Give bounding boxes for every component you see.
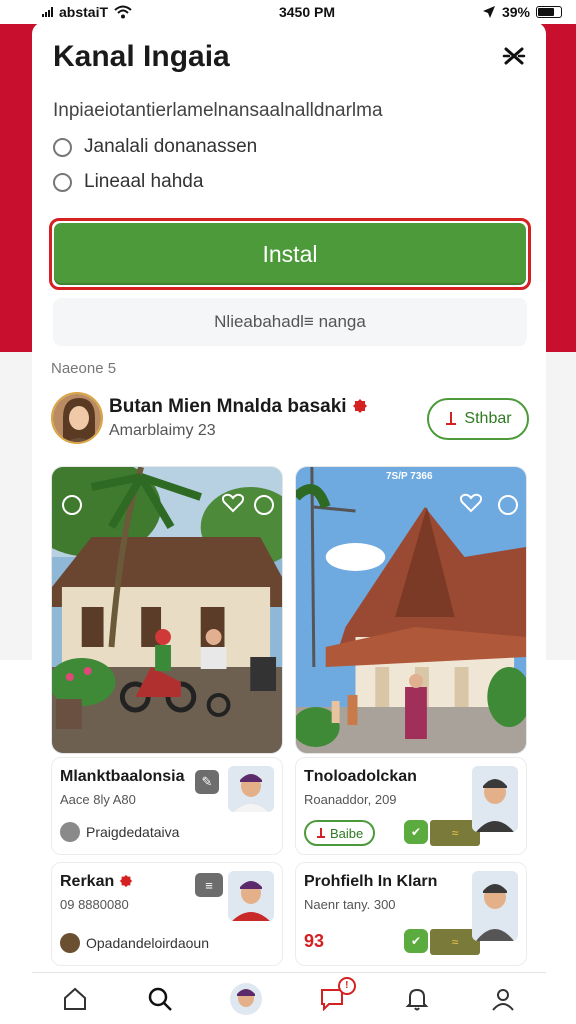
avatar [230,982,263,1015]
battery-percent: 39% [501,4,530,20]
bell-icon [406,988,429,1010]
profile-row[interactable]: Butan Mien Mnalda basaki Amarblaimy 23 S… [51,392,529,446]
permission-text: Inpiaeiotantierlamelnansaalnalldnarlma [53,100,383,121]
card-title: Prohfielh In Klarn [304,873,438,890]
radio-button[interactable] [53,137,72,157]
tab-search[interactable] [140,979,180,1019]
install-button[interactable]: Instal [54,223,526,285]
sheet-title: Kanal Ingaia [53,40,230,73]
avatar[interactable] [472,871,518,941]
carrier-label: abstaiT [59,4,109,20]
avatar[interactable] [228,766,274,812]
option-label: Janalali donanassen [84,136,258,157]
user-icon [492,988,514,1011]
info-card[interactable]: Rerkan 09 8880080 Opadandeloirdaoun ≡ [51,862,283,966]
photo-street-scene [52,467,282,753]
follow-button[interactable]: Sthbar [427,398,529,440]
location-arrow-icon [482,6,495,18]
verified-badge-icon [352,399,367,413]
heart-icon[interactable] [460,493,482,513]
radio-button[interactable] [53,172,72,192]
timer-icon[interactable] [254,495,274,515]
tab-home[interactable] [55,979,95,1019]
verified-badge-icon [119,874,132,888]
secondary-action[interactable]: Nlieabahadl≡ nanga [53,298,527,346]
user-icon [60,822,80,842]
option-row-2[interactable]: Lineaal hahda [53,171,203,193]
bottom-tab-bar: ! [32,972,546,1024]
info-card[interactable]: Tnoloadolckan Roanaddor, 209 Baibe ✔ ≈ [295,757,527,855]
avatar[interactable] [472,766,518,832]
notification-badge: ! [337,976,356,995]
tab-profile-avatar[interactable] [226,979,266,1019]
edit-icon[interactable]: ✎ [195,770,219,794]
card-subtitle: Aace 8ly A80 [60,792,136,807]
user-icon [60,933,80,953]
avatar[interactable] [228,871,274,921]
card-footer: Praigdedataiva [60,822,179,842]
info-card[interactable]: Mlanktbaalonsia Aace 8ly A80 Praigdedata… [51,757,283,855]
install-highlight: Instal [49,218,531,290]
status-time: 3450 PM [278,4,336,20]
close-button[interactable] [500,44,528,72]
avatar[interactable] [51,392,103,444]
card-subtitle: Naenr tany. 300 [304,897,396,912]
card-subtitle: Roanaddor, 209 [304,792,397,807]
install-sheet: Kanal Ingaia Inpiaeiotantierlamelnansaal… [32,22,546,1024]
check-icon[interactable]: ✔ [404,929,428,953]
card-footer: Opadandeloirdaoun [60,933,209,953]
close-icon [502,47,526,65]
photo-card[interactable] [51,466,283,754]
photo-card[interactable]: 7S/P 7366 [295,466,527,754]
photo-temple-scene [296,467,526,753]
search-icon [149,987,173,1011]
expand-icon[interactable] [62,495,82,515]
section-label: Naeone 5 [51,360,117,377]
wifi-icon [114,5,132,19]
card-title: Rerkan [60,873,133,891]
option-label: Lineaal hahda [84,171,204,192]
card-footer: 93 [304,931,325,951]
battery-icon [536,6,562,18]
check-icon[interactable]: ✔ [404,820,428,844]
status-bar: abstaiT 3450 PM 39% [0,0,576,24]
signal-icon [42,7,53,17]
tab-account[interactable] [483,979,523,1019]
profile-name: Butan Mien Mnalda basaki [109,396,368,418]
tab-chat[interactable]: ! [312,976,356,1019]
pill-button[interactable]: Baibe [304,820,376,846]
home-icon [63,987,86,1010]
follow-icon [446,412,457,425]
list-icon[interactable]: ≡ [195,873,223,897]
sheet-header: Kanal Ingaia [32,22,546,92]
photo-time: 7S/P 7366 [386,471,433,482]
tab-notifications[interactable] [397,979,437,1019]
profile-subtitle: Amarblaimy 23 [109,422,216,439]
card-title: Tnoloadolckan [304,768,417,785]
card-subtitle: 09 8880080 [60,897,129,912]
card-title: Mlanktbaalonsia [60,768,185,785]
follow-icon [317,828,325,838]
info-card[interactable]: Prohfielh In Klarn Naenr tany. 300 93 ✔ … [295,862,527,966]
timer-icon[interactable] [498,495,518,515]
heart-icon[interactable] [222,493,244,513]
option-row-1[interactable]: Janalali donanassen [53,136,257,158]
